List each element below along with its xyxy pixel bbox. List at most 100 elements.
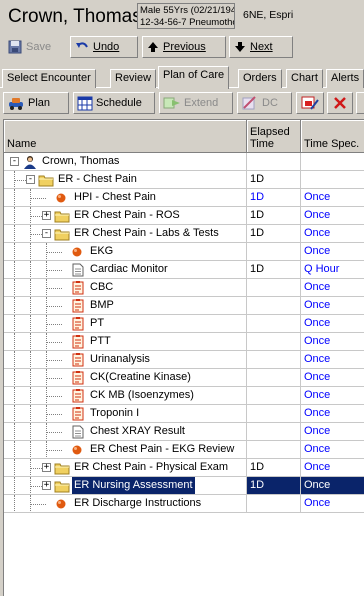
plan-button[interactable]: Plan <box>3 92 69 114</box>
table-row[interactable]: Chest XRAY Result Once <box>4 423 364 441</box>
time-spec-cell[interactable]: Once <box>301 333 364 351</box>
name-cell[interactable]: ER Discharge Instructions <box>4 495 247 513</box>
elapsed-time-cell[interactable]: 1D <box>247 261 301 279</box>
name-cell[interactable]: - Crown, Thomas <box>4 153 247 171</box>
name-cell[interactable]: Troponin I <box>4 405 247 423</box>
name-cell[interactable]: Chest XRAY Result <box>4 423 247 441</box>
time-spec-cell[interactable]: Once <box>301 207 364 225</box>
expand-icon[interactable]: + <box>42 481 51 490</box>
table-row[interactable]: EKG Once <box>4 243 364 261</box>
time-spec-cell[interactable] <box>301 171 364 189</box>
name-cell[interactable]: + ER Chest Pain - ROS <box>4 207 247 225</box>
name-cell[interactable]: Urinanalysis <box>4 351 247 369</box>
elapsed-time-cell[interactable]: 1D <box>247 225 301 243</box>
toolbar-overflow[interactable] <box>356 92 364 114</box>
name-cell[interactable]: HPI - Chest Pain <box>4 189 247 207</box>
time-spec-cell[interactable]: Once <box>301 279 364 297</box>
time-spec-cell[interactable]: Once <box>301 423 364 441</box>
time-spec-cell[interactable]: Once <box>301 477 364 495</box>
table-row[interactable]: Troponin I Once <box>4 405 364 423</box>
elapsed-time-cell[interactable] <box>247 423 301 441</box>
tab-review[interactable]: Review <box>110 69 157 88</box>
time-spec-cell[interactable]: Once <box>301 315 364 333</box>
delete-button[interactable] <box>327 92 353 114</box>
tab-orders[interactable]: Orders <box>238 69 282 88</box>
collapse-icon[interactable]: - <box>26 175 35 184</box>
name-cell[interactable]: Cardiac Monitor <box>4 261 247 279</box>
table-row[interactable]: CK MB (Isoenzymes) Once <box>4 387 364 405</box>
name-cell[interactable]: EKG <box>4 243 247 261</box>
table-row[interactable]: - Crown, Thomas <box>4 153 364 171</box>
table-row[interactable]: + ER Chest Pain - Physical Exam 1D Once <box>4 459 364 477</box>
time-spec-cell[interactable]: Once <box>301 243 364 261</box>
table-row[interactable]: CK(Creatine Kinase) Once <box>4 369 364 387</box>
name-cell[interactable]: + ER Nursing Assessment <box>4 477 247 495</box>
save-button[interactable]: Save <box>3 36 67 58</box>
table-row[interactable]: BMP Once <box>4 297 364 315</box>
table-row[interactable]: Urinanalysis Once <box>4 351 364 369</box>
name-cell[interactable]: + ER Chest Pain - Physical Exam <box>4 459 247 477</box>
previous-button[interactable]: Previous <box>142 36 226 58</box>
expand-icon[interactable]: + <box>42 211 51 220</box>
time-spec-cell[interactable]: Once <box>301 189 364 207</box>
table-row[interactable]: + ER Chest Pain - ROS 1D Once <box>4 207 364 225</box>
table-row[interactable]: Cardiac Monitor 1D Q Hour <box>4 261 364 279</box>
elapsed-time-cell[interactable] <box>247 405 301 423</box>
table-row[interactable]: ER Discharge Instructions Once <box>4 495 364 513</box>
tab-plan-of-care[interactable]: Plan of Care <box>158 66 230 89</box>
column-header-elapsed[interactable]: Elapsed Time <box>247 120 301 153</box>
tab-chart[interactable]: Chart <box>286 69 323 88</box>
table-row[interactable]: PT Once <box>4 315 364 333</box>
tab-select-encounter[interactable]: Select Encounter <box>2 69 96 88</box>
name-cell[interactable]: PTT <box>4 333 247 351</box>
time-spec-cell[interactable]: Once <box>301 369 364 387</box>
table-row[interactable]: CBC Once <box>4 279 364 297</box>
time-spec-cell[interactable]: Once <box>301 405 364 423</box>
time-spec-cell[interactable]: Once <box>301 297 364 315</box>
table-row[interactable]: + ER Nursing Assessment 1D Once <box>4 477 364 495</box>
name-cell[interactable]: ER Chest Pain - EKG Review <box>4 441 247 459</box>
elapsed-time-cell[interactable]: 1D <box>247 171 301 189</box>
time-spec-cell[interactable]: Once <box>301 459 364 477</box>
name-cell[interactable]: CK MB (Isoenzymes) <box>4 387 247 405</box>
name-cell[interactable]: - ER Chest Pain - Labs & Tests <box>4 225 247 243</box>
elapsed-time-cell[interactable] <box>247 495 301 513</box>
next-button[interactable]: Next <box>229 36 293 58</box>
table-row[interactable]: ER Chest Pain - EKG Review Once <box>4 441 364 459</box>
elapsed-time-cell[interactable] <box>247 315 301 333</box>
time-spec-cell[interactable]: Once <box>301 495 364 513</box>
undo-button[interactable]: Undo <box>70 36 138 58</box>
table-row[interactable]: - ER - Chest Pain 1D <box>4 171 364 189</box>
discontinue-button[interactable]: DC <box>237 92 292 114</box>
edit-flag-button[interactable] <box>296 92 324 114</box>
schedule-button[interactable]: Schedule <box>73 92 155 114</box>
collapse-icon[interactable]: - <box>10 157 19 166</box>
tab-alerts[interactable]: Alerts <box>326 69 364 88</box>
time-spec-cell[interactable] <box>301 153 364 171</box>
elapsed-time-cell[interactable] <box>247 441 301 459</box>
elapsed-time-cell[interactable] <box>247 333 301 351</box>
extend-button[interactable]: Extend <box>159 92 233 114</box>
elapsed-time-cell[interactable]: 1D <box>247 189 301 207</box>
elapsed-time-cell[interactable]: 1D <box>247 459 301 477</box>
name-cell[interactable]: CBC <box>4 279 247 297</box>
elapsed-time-cell[interactable] <box>247 153 301 171</box>
column-header-time-spec[interactable]: Time Spec. <box>301 120 364 153</box>
collapse-icon[interactable]: - <box>42 229 51 238</box>
elapsed-time-cell[interactable]: 1D <box>247 207 301 225</box>
time-spec-cell[interactable]: Once <box>301 225 364 243</box>
expand-icon[interactable]: + <box>42 463 51 472</box>
table-row[interactable]: HPI - Chest Pain 1D Once <box>4 189 364 207</box>
elapsed-time-cell[interactable] <box>247 279 301 297</box>
elapsed-time-cell[interactable] <box>247 297 301 315</box>
table-row[interactable]: - ER Chest Pain - Labs & Tests 1D Once <box>4 225 364 243</box>
elapsed-time-cell[interactable] <box>247 387 301 405</box>
elapsed-time-cell[interactable]: 1D <box>247 477 301 495</box>
elapsed-time-cell[interactable] <box>247 351 301 369</box>
name-cell[interactable]: BMP <box>4 297 247 315</box>
name-cell[interactable]: CK(Creatine Kinase) <box>4 369 247 387</box>
time-spec-cell[interactable]: Q Hour <box>301 261 364 279</box>
time-spec-cell[interactable]: Once <box>301 441 364 459</box>
time-spec-cell[interactable]: Once <box>301 387 364 405</box>
elapsed-time-cell[interactable] <box>247 369 301 387</box>
